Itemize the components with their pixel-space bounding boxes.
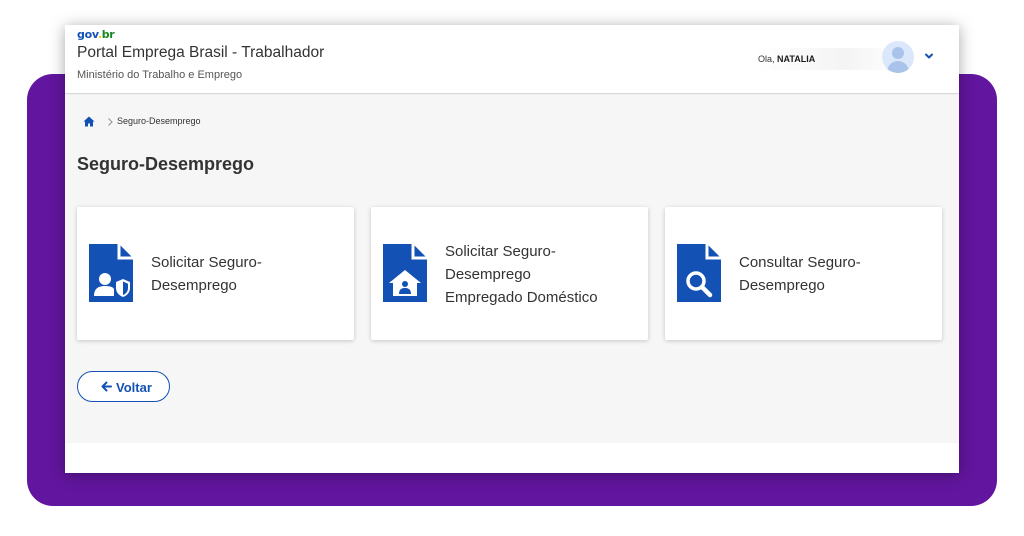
chevron-right-icon [108, 118, 113, 126]
card-consultar-seguro-desemprego[interactable]: Consultar Seguro- Desemprego [665, 207, 942, 340]
back-button[interactable]: Voltar [77, 371, 170, 402]
document-user-shield-icon [89, 244, 133, 302]
user-greeting: Ola, NATALIA [758, 54, 815, 64]
document-house-icon [383, 244, 427, 302]
document-search-icon [677, 244, 721, 302]
app-header: gov.br Portal Emprega Brasil - Trabalhad… [65, 25, 959, 94]
card-solicitar-seguro-desemprego[interactable]: Solicitar Seguro- Desemprego [77, 207, 354, 340]
back-button-label: Voltar [116, 380, 152, 395]
breadcrumb-item-current: Seguro-Desemprego [117, 116, 201, 126]
card-solicitar-empregado-domestico[interactable]: Solicitar Seguro- Desemprego Empregado D… [371, 207, 648, 340]
greeting-text: Ola, [758, 54, 775, 64]
app-title: Portal Emprega Brasil - Trabalhador [77, 44, 325, 61]
main-content: Seguro-Desemprego Seguro-Desemprego Soli… [65, 95, 959, 443]
app-subtitle: Ministério do Trabalho e Emprego [77, 69, 243, 81]
avatar[interactable] [882, 41, 914, 73]
card-label: Solicitar Seguro- Desemprego [151, 254, 262, 294]
card-label: Solicitar Seguro- Desemprego Empregado D… [445, 243, 598, 306]
user-name: NATALIA [777, 54, 816, 64]
chevron-down-icon[interactable] [924, 51, 934, 61]
arrow-left-icon [101, 381, 112, 392]
page-title: Seguro-Desemprego [77, 154, 255, 174]
govbr-logo[interactable]: gov.br [77, 28, 115, 41]
card-label: Consultar Seguro- Desemprego [739, 254, 861, 294]
home-icon[interactable] [83, 116, 95, 127]
app-window: gov.br Portal Emprega Brasil - Trabalhad… [65, 25, 959, 473]
